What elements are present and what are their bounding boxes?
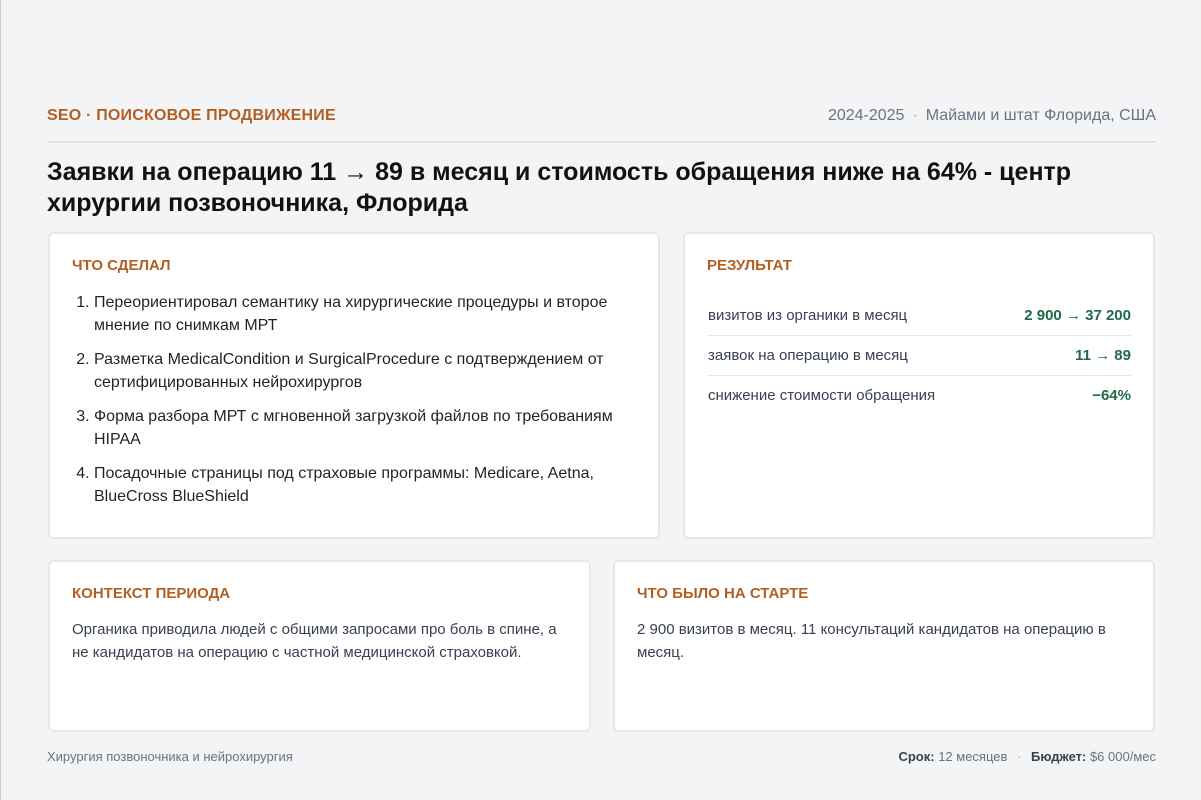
term-label: Срок: [898, 749, 935, 764]
case-meta: 2024-2025 · Майами и штат Флорида, США [828, 104, 1156, 128]
context-text: Органика приводила людей с общими запрос… [72, 621, 557, 661]
context-card-title: КОНТЕКСТ ПЕРИОДА [72, 585, 231, 602]
metric-row: заявок на операцию в месяц 11 → 89 [707, 336, 1131, 376]
metric-value: −64% [1092, 387, 1131, 404]
term-value: 12 месяцев [938, 749, 1008, 764]
budget-label: Бюджет: [1031, 749, 1087, 764]
metrics-list: визитов из органики в месяц 2 900 → 37 2… [707, 296, 1131, 415]
work-list-item: Разметка MedicalCondition и SurgicalProc… [94, 348, 636, 394]
case-years: 2024-2025 [827, 107, 905, 124]
metric-label: визитов из органики в месяц [708, 307, 908, 324]
metric-value: 11 → 89 [1075, 347, 1131, 364]
result-card: РЕЗУЛЬТАТ визитов из органики в месяц 2 … [683, 232, 1155, 539]
context-card: КОНТЕКСТ ПЕРИОДА Органика приводила люде… [48, 560, 591, 732]
result-card-title: РЕЗУЛЬТАТ [707, 257, 792, 274]
metric-label: снижение стоимости обращения [708, 387, 936, 404]
footer-terms: Срок: 12 месяцев · Бюджет: $6 000/мес [898, 748, 1156, 766]
category-eyebrow: SEO · ПОИСКОВОЕ ПРОДВИЖЕНИЕ [47, 107, 336, 124]
case-header: SEO · ПОИСКОВОЕ ПРОДВИЖЕНИЕ 2024-2025 · … [47, 104, 1156, 143]
work-card: ЧТО СДЕЛАЛ Переориентировал семантику на… [48, 232, 660, 539]
work-card-title: ЧТО СДЕЛАЛ [72, 257, 171, 274]
work-list: Переориентировал семантику на хирургичес… [72, 291, 636, 508]
start-text: 2 900 визитов в месяц. 11 консультаций к… [637, 621, 1106, 661]
footer-separator: · [1017, 749, 1022, 764]
metric-value: 2 900 → 37 200 [1024, 307, 1131, 324]
start-card-title: ЧТО БЫЛО НА СТАРТЕ [637, 585, 809, 602]
metric-label: заявок на операцию в месяц [708, 347, 908, 364]
footer-category: Хирургия позвоночника и нейрохирургия [47, 749, 293, 764]
metric-row: снижение стоимости обращения −64% [707, 376, 1131, 415]
case-footer: Хирургия позвоночника и нейрохирургия Ср… [47, 748, 1156, 766]
work-list-item: Форма разбора МРТ с мгновенной загрузкой… [94, 405, 636, 451]
metric-row: визитов из органики в месяц 2 900 → 37 2… [707, 296, 1131, 336]
meta-separator: · [912, 107, 918, 124]
case-location: Майами и штат Флорида, США [925, 107, 1156, 124]
start-card: ЧТО БЫЛО НА СТАРТЕ 2 900 визитов в месяц… [613, 560, 1155, 732]
work-list-item: Переориентировал семантику на хирургичес… [94, 291, 636, 337]
work-list-item: Посадочные страницы под страховые програ… [94, 462, 636, 508]
page-title: Заявки на операцию 11 → 89 в месяц и сто… [47, 158, 1072, 217]
budget-value: $6 000/мес [1089, 749, 1156, 764]
